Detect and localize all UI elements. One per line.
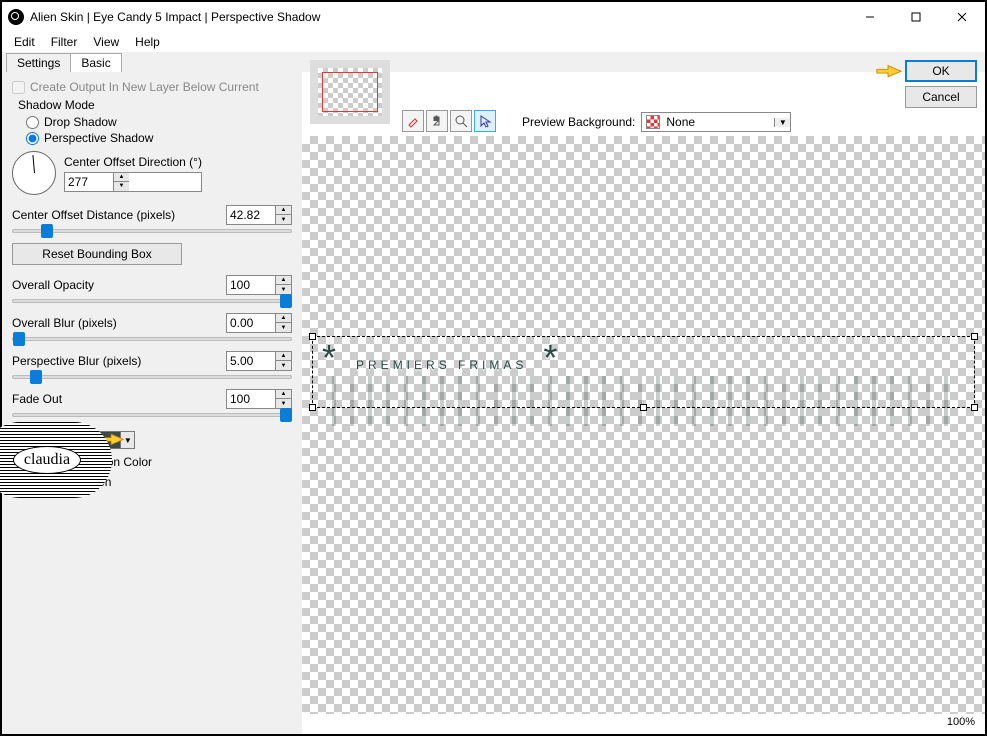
settings-panel: Create Output In New Layer Below Current… [2,72,302,734]
perspective-blur-label: Perspective Blur (pixels) [12,354,141,368]
center-offset-dist-spinner[interactable]: ▲▼ [226,205,292,225]
resize-handle[interactable] [971,404,978,411]
watermark-text: claudia [13,446,81,474]
ok-button[interactable]: OK [905,60,977,82]
resize-handle[interactable] [309,404,316,411]
perspective-blur-spinner[interactable]: ▲▼ [226,351,292,371]
preview-bg-value: None [664,115,774,129]
watermark-badge: claudia [0,422,112,498]
tab-basic[interactable]: Basic [70,53,121,72]
fade-out-slider[interactable] [12,413,292,417]
fade-out-label: Fade Out [12,392,62,406]
center-offset-dir-input[interactable] [65,174,113,190]
perspective-blur-slider[interactable] [12,375,292,379]
overall-blur-spinner[interactable]: ▲▼ [226,313,292,333]
zoom-tool-icon[interactable] [450,110,472,132]
overall-opacity-input[interactable] [227,277,275,293]
direction-dial[interactable] [12,151,56,195]
perspective-shadow-label: Perspective Shadow [44,131,153,145]
maximize-button[interactable] [893,2,939,32]
preview-canvas[interactable]: * PREMIERS FRIMAS * [302,136,985,714]
app-icon [8,9,24,25]
center-offset-dir-label: Center Offset Direction (°) [64,155,202,169]
titlebar: Alien Skin | Eye Candy 5 Impact | Perspe… [2,2,985,32]
create-output-checkbox-row: Create Output In New Layer Below Current [12,80,292,94]
resize-handle[interactable] [971,333,978,340]
menu-view[interactable]: View [85,33,127,51]
zoom-status: 100% [947,716,975,734]
spin-up[interactable]: ▲ [114,173,129,182]
chevron-down-icon: ▼ [774,118,790,127]
overall-opacity-spinner[interactable]: ▲▼ [226,275,292,295]
create-output-checkbox [12,81,25,94]
reset-bounding-box-button[interactable]: Reset Bounding Box [12,243,182,265]
menu-help[interactable]: Help [127,33,168,51]
tab-row: Settings Basic [2,52,985,72]
drop-shadow-radio[interactable] [26,116,39,129]
perspective-shadow-radio[interactable] [26,132,39,145]
perspective-blur-input[interactable] [227,353,275,369]
center-offset-dist-slider[interactable] [12,229,292,233]
overall-opacity-label: Overall Opacity [12,278,94,292]
preview-area: Preview Background: None ▼ OK Cancel * P… [302,72,985,734]
overall-blur-slider[interactable] [12,337,292,341]
eyedropper-tool-icon[interactable] [402,110,424,132]
create-output-label: Create Output In New Layer Below Current [30,80,259,94]
close-button[interactable] [939,2,985,32]
shadow-color-dropdown[interactable]: ▼ [121,431,135,449]
spin-down[interactable]: ▼ [114,182,129,191]
center-offset-dir-spinner[interactable]: ▲▼ [64,172,202,192]
preview-bg-combo[interactable]: None ▼ [641,112,791,132]
resize-handle[interactable] [640,404,647,411]
selection-bounding-box[interactable] [312,336,975,408]
overall-blur-label: Overall Blur (pixels) [12,316,117,330]
navigator-thumbnail[interactable] [310,60,390,124]
hand-tool-icon[interactable] [426,110,448,132]
preview-toolbar [402,110,496,132]
center-offset-dist-input[interactable] [227,207,275,223]
fade-out-spinner[interactable]: ▲▼ [226,389,292,409]
window-title: Alien Skin | Eye Candy 5 Impact | Perspe… [30,10,847,24]
menu-filter[interactable]: Filter [43,33,86,51]
overall-opacity-slider[interactable] [12,299,292,303]
minimize-button[interactable] [847,2,893,32]
fade-out-input[interactable] [227,391,275,407]
menubar: Edit Filter View Help [2,32,985,52]
transparency-icon [646,115,660,129]
preview-bg-label: Preview Background: [522,115,635,129]
overall-blur-input[interactable] [227,315,275,331]
center-offset-dist-label: Center Offset Distance (pixels) [12,208,175,222]
cancel-button[interactable]: Cancel [905,86,977,108]
menu-edit[interactable]: Edit [6,33,43,51]
drop-shadow-label: Drop Shadow [44,115,117,129]
shadow-mode-label: Shadow Mode [18,98,292,112]
tab-settings[interactable]: Settings [6,53,71,72]
resize-handle[interactable] [309,333,316,340]
arrow-tool-icon[interactable] [474,110,496,132]
